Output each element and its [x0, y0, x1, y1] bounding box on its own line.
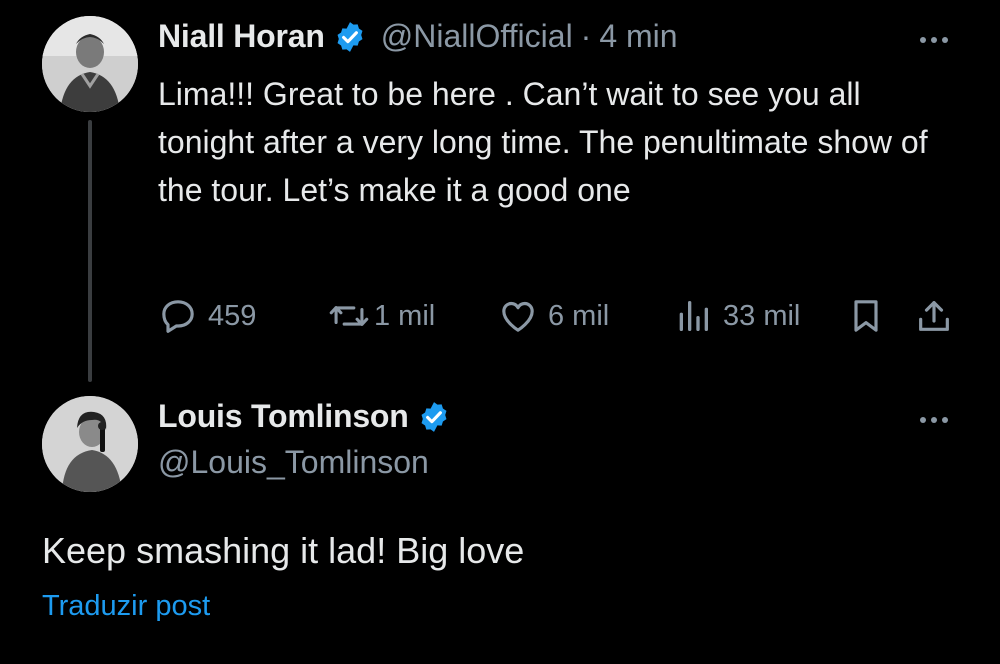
- tweet-header: Niall Horan @NiallOfficial · 4 min: [158, 18, 678, 55]
- verified-badge-icon: [421, 401, 447, 432]
- author-name[interactable]: Niall Horan: [158, 18, 325, 55]
- repost-icon: [329, 306, 369, 326]
- like-button[interactable]: 6 mil: [498, 292, 609, 340]
- reply-body: Keep smashing it lad! Big love: [42, 530, 525, 571]
- bookmark-button[interactable]: [846, 292, 886, 340]
- bookmark-icon: [854, 300, 878, 332]
- translate-post-link[interactable]: Traduzir post: [42, 590, 210, 623]
- reply-header: Louis Tomlinson: [158, 398, 451, 435]
- reply-count: 459: [208, 299, 257, 332]
- header-separator: ·: [580, 18, 592, 54]
- user-photo-icon: [42, 16, 138, 112]
- louis-avatar[interactable]: [42, 396, 138, 492]
- tweet-timestamp[interactable]: 4 min: [599, 18, 677, 55]
- views-count: 33 mil: [723, 299, 801, 332]
- analytics-icon: [679, 301, 708, 331]
- share-icon: [919, 301, 949, 331]
- more-options-icon[interactable]: [920, 30, 948, 50]
- thread-connector-line: [88, 120, 92, 382]
- heart-icon: [502, 301, 534, 332]
- reply-author-handle[interactable]: @Louis_Tomlinson: [158, 444, 429, 481]
- views-button[interactable]: 33 mil: [673, 292, 800, 340]
- tweet-body: Lima!!! Great to be here . Can’t wait to…: [158, 76, 928, 208]
- verified-badge-icon: [337, 21, 363, 52]
- reply-more-options-icon[interactable]: [920, 410, 948, 430]
- repost-button[interactable]: 1 mil: [328, 292, 435, 340]
- reply-icon: [162, 300, 194, 333]
- share-button[interactable]: [914, 292, 954, 340]
- author-handle[interactable]: @NiallOfficial: [381, 18, 573, 55]
- niall-avatar[interactable]: [42, 16, 138, 112]
- like-count: 6 mil: [548, 299, 610, 332]
- tweet-actions-bar: 459 1 mil 6 mil 33 mil: [158, 292, 958, 340]
- user-photo-icon: [42, 396, 138, 492]
- reply-button[interactable]: 459: [158, 292, 256, 340]
- repost-count: 1 mil: [374, 299, 436, 332]
- reply-author-name[interactable]: Louis Tomlinson: [158, 398, 409, 435]
